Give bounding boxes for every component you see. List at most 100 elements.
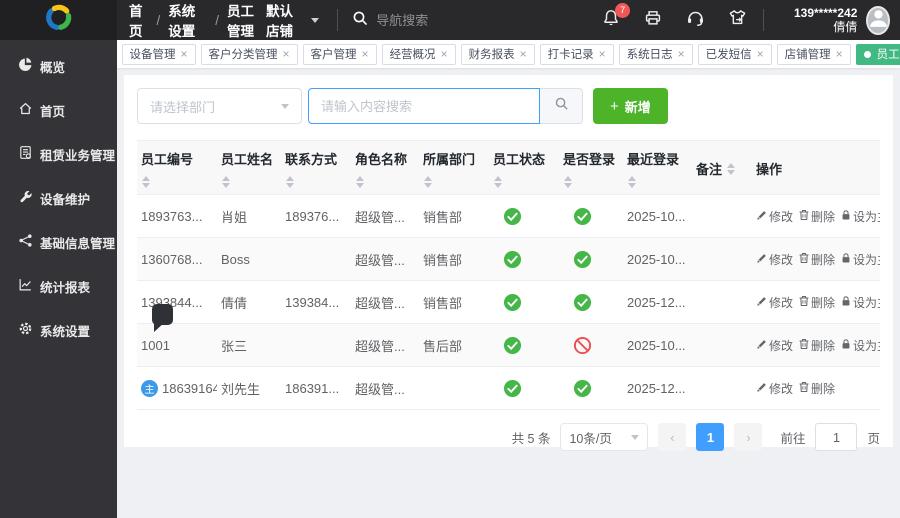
col-employee-name[interactable]: 员工姓名 [217,140,281,195]
sort-icons[interactable] [285,176,295,188]
breadcrumb-system-settings[interactable]: 系统设置 [168,0,207,40]
sidebar-item-rental-business[interactable]: 租赁业务管理 [0,132,117,176]
sort-icons[interactable] [563,176,573,188]
col-remark[interactable]: 备注 [692,140,752,195]
col-department[interactable]: 所属部门 [419,140,489,195]
cell-role: 超级管... [351,366,419,410]
chevron-left-icon: ‹ [670,429,675,445]
cell-department: 销售部 [419,194,489,238]
current-page-button[interactable]: 1 [696,423,725,451]
col-status[interactable]: 员工状态 [489,140,559,195]
tab-equipment-management[interactable]: 设备管理 × [121,43,196,65]
store-switch-button[interactable] [727,10,747,30]
edit-button[interactable]: 修改 [756,251,793,268]
sort-icons[interactable] [355,176,365,188]
close-icon[interactable]: × [441,48,448,60]
pagination-total: 共 5 条 [511,431,551,446]
close-icon[interactable]: × [181,48,188,60]
close-icon[interactable]: × [757,48,764,60]
sort-icons[interactable] [726,162,736,175]
close-icon[interactable]: × [836,48,843,60]
sidebar-item-statistics[interactable]: 统计报表 [0,264,117,308]
cell-logged-in [559,194,623,238]
sidebar: 概览 首页 租赁业务管理 设备维护 基础信息管理 统计报表 系统设置 [0,40,117,518]
department-select[interactable]: 请选择部门 [137,88,302,124]
edit-button[interactable]: 修改 [756,380,793,397]
nav-search-input[interactable] [376,12,507,28]
notifications-button[interactable]: 7 [601,3,631,30]
delete-button[interactable]: 删除 [798,251,835,268]
topbar: 首页 / 系统设置 / 员工管理 默认店铺 7 [0,0,900,40]
tab-customer-management[interactable]: 客户管理 × [302,43,377,65]
tab-business-overview[interactable]: 经营概况 × [381,43,456,65]
col-last-login[interactable]: 最近登录 [623,140,692,195]
print-button[interactable] [643,10,663,30]
table-row: 1360768... Boss 超级管... 销售部 2025-10... 修改… [137,237,880,281]
cell-employee-name: 肖姐 [217,194,281,238]
sort-icons[interactable] [221,176,231,188]
page-size-select[interactable]: 10条/页 [560,423,649,451]
close-icon[interactable]: × [283,48,290,60]
goto-page-input[interactable] [815,423,858,451]
tab-finance-report[interactable]: 财务报表 × [460,43,535,65]
trash-icon [798,338,810,353]
breadcrumb-home[interactable]: 首页 [129,0,149,40]
set-main-account-button[interactable]: 设为主账户 [840,251,880,268]
sidebar-item-equipment-maintenance[interactable]: 设备维护 [0,176,117,220]
cell-role: 超级管... [351,237,419,281]
tab-sent-sms[interactable]: 已发短信 × [697,43,772,65]
tab-clock-records[interactable]: 打卡记录 × [539,43,614,65]
delete-button[interactable]: 删除 [798,208,835,225]
store-select[interactable]: 默认店铺 [266,0,320,40]
tab-store-management[interactable]: 店铺管理 × [776,43,851,65]
user-info[interactable]: 139*****242 倩倩 [780,6,857,34]
col-logged-in[interactable]: 是否登录 [559,140,623,195]
sort-icons[interactable] [627,176,637,188]
avatar[interactable] [866,5,890,35]
sidebar-item-basic-info[interactable]: 基础信息管理 [0,220,117,264]
headset-icon [686,8,705,32]
printer-icon [644,9,662,32]
delete-button[interactable]: 删除 [798,337,835,354]
delete-button[interactable]: 删除 [798,380,835,397]
col-role[interactable]: 角色名称 [351,140,419,195]
set-main-account-button[interactable]: 设为主账户 [840,337,880,354]
close-icon[interactable]: × [678,48,685,60]
close-icon[interactable]: × [520,48,527,60]
customer-service-button[interactable] [685,10,705,30]
main-account-badge: 主 [141,379,158,397]
sort-icons[interactable] [493,176,503,188]
search-button[interactable] [540,88,583,124]
wrench-icon [18,189,33,207]
topbar-divider [763,9,764,31]
cell-employee-id: 主 18639164 [137,366,217,410]
cell-actions: 修改删除设为主账户 [752,237,880,281]
status-enabled-icon [493,293,555,312]
sort-icons[interactable] [423,176,433,188]
set-main-account-button[interactable]: 设为主账户 [840,208,880,225]
pencil-icon [756,252,768,267]
cell-department: 销售部 [419,280,489,324]
edit-button[interactable]: 修改 [756,294,793,311]
sort-icons[interactable] [141,176,151,188]
add-employee-button[interactable]: + 新增 [593,88,668,124]
close-icon[interactable]: × [362,48,369,60]
tab-customer-category[interactable]: 客户分类管理 × [200,43,298,65]
prev-page-button[interactable]: ‹ [658,423,687,451]
edit-button[interactable]: 修改 [756,337,793,354]
sidebar-item-system-settings[interactable]: 系统设置 [0,308,117,352]
sidebar-item-overview[interactable]: 概览 [0,44,117,88]
content-search-input[interactable] [308,88,540,124]
col-contact[interactable]: 联系方式 [281,140,351,195]
tab-system-log[interactable]: 系统日志 × [618,43,693,65]
set-main-account-button[interactable]: 设为主账户 [840,294,880,311]
app-logo[interactable] [0,0,117,40]
gear-icon [18,321,33,339]
next-page-button[interactable]: › [734,423,763,451]
col-employee-id[interactable]: 员工编号 [137,140,217,195]
edit-button[interactable]: 修改 [756,208,793,225]
delete-button[interactable]: 删除 [798,294,835,311]
close-icon[interactable]: × [599,48,606,60]
sidebar-item-home[interactable]: 首页 [0,88,117,132]
tab-employee-management[interactable]: 员工管理× [855,43,900,65]
